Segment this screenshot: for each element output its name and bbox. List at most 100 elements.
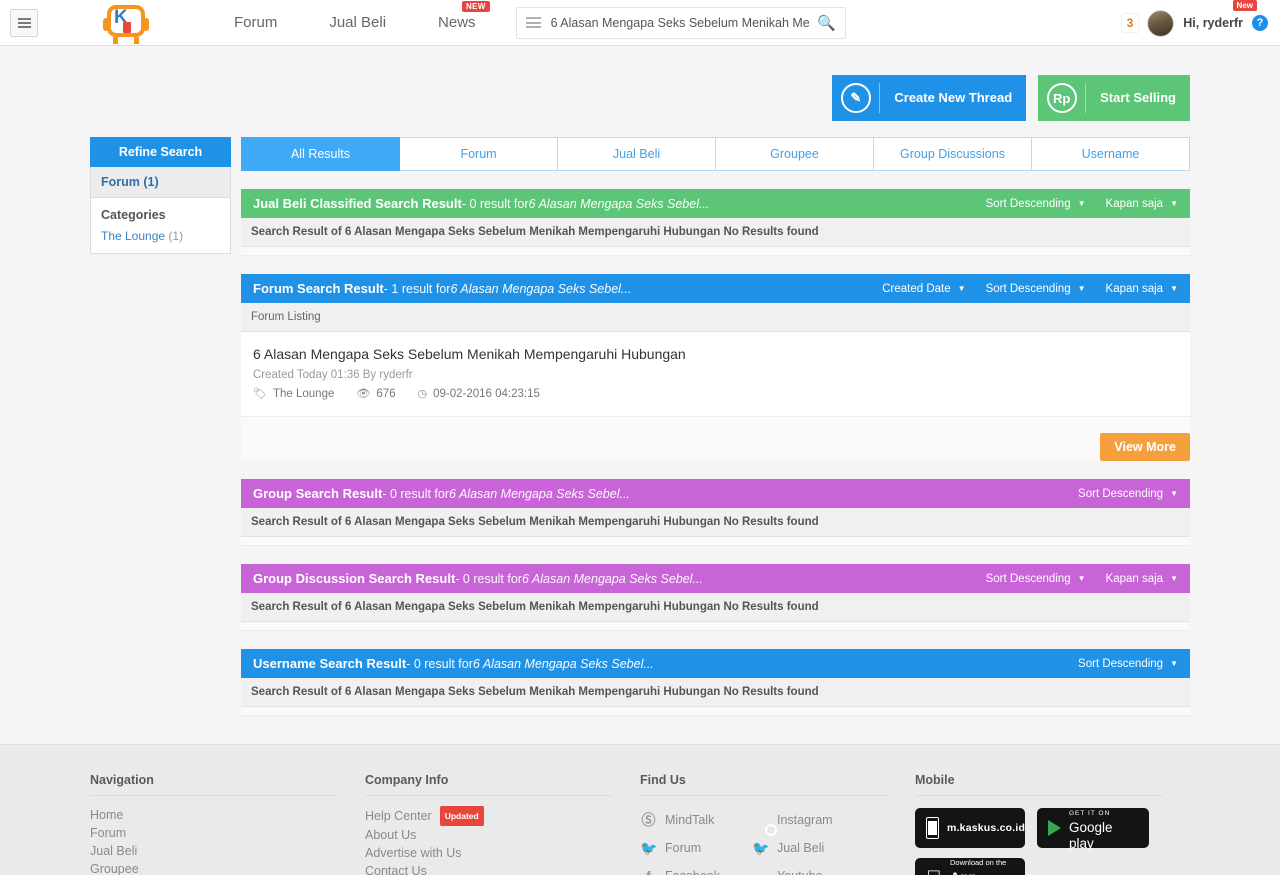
chevron-down-icon: ▼ bbox=[1077, 198, 1086, 208]
new-badge: New bbox=[1232, 0, 1257, 11]
group-sort-dropdown[interactable]: Sort Descending ▼ bbox=[1078, 488, 1178, 500]
jualbeli-result-block: Jual Beli Classified Search Result - 0 r… bbox=[241, 189, 1190, 256]
user-greeting[interactable]: Hi, ryderfr New bbox=[1183, 0, 1257, 30]
mobile-site-badge[interactable]: m.kaskus.co.id bbox=[915, 808, 1025, 848]
forum-listing-label: Forum Listing bbox=[241, 303, 1190, 332]
hamburger-icon[interactable] bbox=[10, 8, 38, 37]
jualbeli-no-results-note: Search Result of 6 Alasan Mengapa Seks S… bbox=[241, 218, 1190, 247]
result-title[interactable]: 6 Alasan Mengapa Seks Sebelum Menikah Me… bbox=[253, 346, 1178, 362]
nav-item-news[interactable]: News NEW bbox=[412, 1, 502, 31]
group-result-block: Group Search Result - 0 result for 6 Ala… bbox=[241, 479, 1190, 546]
chevron-down-icon: ▼ bbox=[1170, 573, 1178, 583]
footer-link-contact-us[interactable]: Contact Us bbox=[365, 862, 640, 875]
footer-link-home[interactable]: Home bbox=[90, 806, 365, 824]
jualbeli-sort-label: Sort Descending bbox=[985, 197, 1071, 210]
jualbeli-sort-dropdown[interactable]: Sort Descending ▼ bbox=[986, 198, 1086, 210]
twitter-icon: 🐦 bbox=[752, 839, 770, 856]
page-body: ✎ Create New Thread Rp Start Selling Ref… bbox=[0, 46, 1280, 726]
notification-count[interactable]: 3 bbox=[1121, 14, 1139, 32]
footer-link-help-center-label: Help Center bbox=[365, 809, 432, 823]
username-sort-label: Sort Descending bbox=[1078, 657, 1164, 670]
start-selling-button[interactable]: Rp Start Selling bbox=[1038, 75, 1190, 121]
chevron-down-icon: ▼ bbox=[1170, 283, 1178, 293]
group-discussion-result-header: Group Discussion Search Result - 0 resul… bbox=[241, 564, 1190, 593]
search-icon[interactable]: 🔍 bbox=[809, 14, 845, 32]
twitter-icon: 🐦 bbox=[640, 839, 658, 856]
jualbeli-result-title: Jual Beli Classified Search Result bbox=[253, 196, 462, 211]
footer-find-us-heading: Find Us bbox=[640, 773, 888, 796]
help-icon[interactable]: ? bbox=[1252, 15, 1268, 31]
group-discussion-sort-label: Sort Descending bbox=[985, 572, 1071, 585]
tab-group-discussions[interactable]: Group Discussions bbox=[874, 137, 1032, 171]
header-user-area: 3 Hi, ryderfr New ? bbox=[1121, 0, 1268, 46]
footer-link-jual-beli[interactable]: Jual Beli bbox=[90, 842, 365, 860]
view-more-row: View More bbox=[241, 417, 1190, 461]
tab-jual-beli[interactable]: Jual Beli bbox=[558, 137, 716, 171]
list-item[interactable]: 6 Alasan Mengapa Seks Sebelum Menikah Me… bbox=[241, 332, 1190, 417]
username-result-block: Username Search Result - 0 result for 6 … bbox=[241, 649, 1190, 716]
result-date: 09-02-2016 04:23:15 bbox=[433, 387, 540, 400]
group-discussion-sort-dropdown[interactable]: Sort Descending ▼ bbox=[986, 573, 1086, 585]
username-result-count: - 0 result for bbox=[406, 656, 473, 671]
view-more-button[interactable]: View More bbox=[1100, 433, 1190, 461]
footer-link-advertise[interactable]: Advertise with Us bbox=[365, 844, 640, 862]
categories-title: Categories bbox=[101, 208, 166, 222]
mindtalk-icon: Ⓢ bbox=[641, 812, 656, 828]
search-bar: 🔍 bbox=[515, 6, 846, 39]
apple-icon:  bbox=[926, 868, 942, 875]
kaskus-logo[interactable]: K bbox=[103, 2, 149, 44]
forum-result-header: Forum Search Result - 1 result for 6 Ala… bbox=[241, 274, 1190, 303]
social-link-instagram[interactable]: Instagram bbox=[752, 806, 864, 834]
avatar[interactable] bbox=[1147, 9, 1175, 37]
search-category-icon[interactable] bbox=[517, 15, 551, 31]
google-play-small-label: GET IT ON bbox=[1069, 809, 1111, 817]
footer-find-us: Find Us Ⓢ MindTalk Instagram 🐦 Forum 🐦 J… bbox=[640, 773, 915, 875]
app-store-small-label: Download on the bbox=[950, 857, 1007, 867]
group-discussion-result-query: 6 Alasan Mengapa Seks Sebel... bbox=[521, 571, 703, 586]
forum-time-dropdown[interactable]: Kapan saja ▼ bbox=[1106, 283, 1178, 295]
social-link-facebook[interactable]: f Facebook bbox=[640, 862, 752, 875]
social-link-mindtalk[interactable]: Ⓢ MindTalk bbox=[640, 806, 752, 834]
forum-created-date-dropdown[interactable]: Created Date ▼ bbox=[882, 283, 965, 295]
group-discussion-time-dropdown[interactable]: Kapan saja ▼ bbox=[1106, 573, 1178, 585]
social-link-twitter-jualbeli[interactable]: 🐦 Jual Beli bbox=[752, 834, 864, 862]
social-link-youtube[interactable]: Youtube bbox=[752, 862, 864, 875]
social-label: Instagram bbox=[777, 813, 833, 827]
jualbeli-time-dropdown[interactable]: Kapan saja ▼ bbox=[1106, 198, 1178, 210]
footer-navigation: Navigation Home Forum Jual Beli Groupee … bbox=[90, 773, 365, 875]
tab-username[interactable]: Username bbox=[1032, 137, 1190, 171]
result-category[interactable]: The Lounge bbox=[273, 388, 334, 400]
new-badge: NEW bbox=[461, 1, 490, 12]
create-new-thread-button[interactable]: ✎ Create New Thread bbox=[832, 75, 1027, 121]
social-label: Jual Beli bbox=[777, 841, 825, 855]
footer-link-groupee[interactable]: Groupee bbox=[90, 860, 365, 875]
app-store-badge[interactable]:  Download on the App Store bbox=[915, 858, 1025, 875]
facet-header-forum[interactable]: Forum (1) bbox=[91, 167, 230, 198]
footer-navigation-heading: Navigation bbox=[90, 773, 338, 796]
nav-item-jual-beli[interactable]: Jual Beli bbox=[303, 14, 412, 31]
group-result-title: Group Search Result bbox=[253, 486, 383, 501]
tab-all-results[interactable]: All Results bbox=[241, 137, 400, 171]
google-play-badge[interactable]: GET IT ON Google play bbox=[1037, 808, 1149, 851]
group-no-results-note: Search Result of 6 Alasan Mengapa Seks S… bbox=[241, 508, 1190, 537]
tag-icon: 🏷 bbox=[253, 388, 267, 400]
search-input[interactable] bbox=[550, 7, 809, 38]
chevron-down-icon: ▼ bbox=[1170, 658, 1178, 668]
forum-sort-dropdown[interactable]: Sort Descending ▼ bbox=[986, 283, 1086, 295]
footer-mobile: Mobile m.kaskus.co.id GET IT ON Google p… bbox=[915, 773, 1190, 875]
group-discussion-no-results-note: Search Result of 6 Alasan Mengapa Seks S… bbox=[241, 593, 1190, 622]
category-item-the-lounge[interactable]: The Lounge (1) bbox=[101, 229, 220, 243]
footer-link-about-us[interactable]: About Us bbox=[365, 826, 640, 844]
facet-panel: Forum (1) Categories The Lounge (1) bbox=[90, 167, 231, 254]
refine-search-button[interactable]: Refine Search bbox=[90, 137, 231, 167]
footer-link-forum[interactable]: Forum bbox=[90, 824, 365, 842]
group-discussion-result-count: - 0 result for bbox=[455, 571, 522, 586]
tab-groupee[interactable]: Groupee bbox=[716, 137, 874, 171]
username-no-results-note: Search Result of 6 Alasan Mengapa Seks S… bbox=[241, 678, 1190, 707]
social-link-twitter-forum[interactable]: 🐦 Forum bbox=[640, 834, 752, 862]
tab-forum[interactable]: Forum bbox=[400, 137, 558, 171]
nav-item-forum[interactable]: Forum bbox=[208, 14, 303, 31]
username-sort-dropdown[interactable]: Sort Descending ▼ bbox=[1078, 658, 1178, 670]
nav-item-news-label: News bbox=[438, 14, 476, 31]
footer-link-help-center[interactable]: Help Center Updated bbox=[365, 806, 640, 826]
